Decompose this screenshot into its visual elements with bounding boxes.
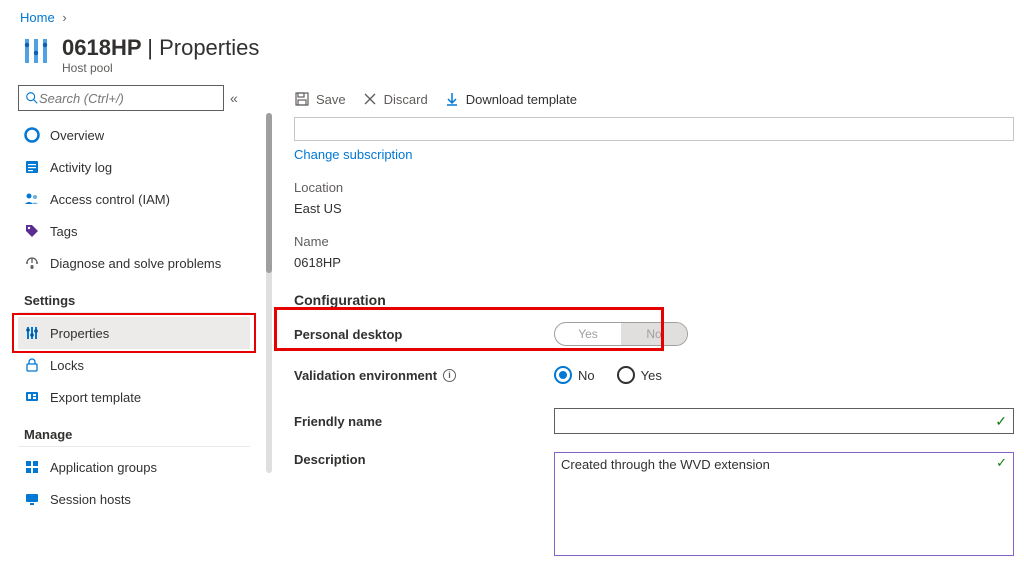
subscription-field[interactable] xyxy=(294,117,1014,141)
validation-radio-yes[interactable]: Yes xyxy=(617,366,662,384)
sidebar-item-locks[interactable]: Locks xyxy=(18,349,250,381)
sidebar-item-access-control[interactable]: Access control (IAM) xyxy=(18,183,250,215)
sidebar-search[interactable] xyxy=(18,85,224,111)
application-groups-icon xyxy=(24,459,40,475)
friendly-name-input[interactable] xyxy=(554,408,1014,434)
radio-unchecked-icon xyxy=(617,366,635,384)
description-label: Description xyxy=(294,452,554,467)
activity-log-icon xyxy=(24,159,40,175)
sidebar-section-manage: Manage xyxy=(18,413,250,447)
sidebar-item-overview[interactable]: Overview xyxy=(18,119,250,151)
page-title: 0618HP | Properties xyxy=(62,35,259,61)
personal-desktop-label: Personal desktop xyxy=(294,327,554,342)
personal-desktop-row: Personal desktop Yes No xyxy=(294,322,1024,346)
breadcrumb-home[interactable]: Home xyxy=(20,10,55,25)
sidebar-item-properties[interactable]: Properties xyxy=(18,317,250,349)
toggle-no: No xyxy=(621,323,687,345)
check-icon: ✓ xyxy=(996,455,1007,471)
location-value: East US xyxy=(294,201,1024,216)
sidebar-section-settings: Settings xyxy=(18,279,250,313)
discard-button[interactable]: Discard xyxy=(362,91,428,107)
search-icon xyxy=(25,91,39,105)
overview-icon xyxy=(24,127,40,143)
validation-environment-label: Validation environment i xyxy=(294,368,554,383)
download-template-button[interactable]: Download template xyxy=(444,91,577,107)
friendly-name-row: Friendly name xyxy=(294,408,1024,434)
tags-icon xyxy=(24,223,40,239)
save-button[interactable]: Save xyxy=(294,91,346,107)
sidebar-item-diagnose[interactable]: Diagnose and solve problems xyxy=(18,247,250,279)
collapse-sidebar-button[interactable]: « xyxy=(230,90,238,106)
personal-desktop-toggle: Yes No xyxy=(554,322,688,346)
sidebar-item-tags[interactable]: Tags xyxy=(18,215,250,247)
description-input[interactable]: Created through the WVD extension ✓ xyxy=(554,452,1014,556)
change-subscription-link[interactable]: Change subscription xyxy=(294,147,1024,162)
page-header: 0618HP | Properties Host pool xyxy=(0,29,1024,85)
location-label: Location xyxy=(294,180,1024,195)
sidebar-item-export-template[interactable]: Export template xyxy=(18,381,250,413)
chevron-right-icon: › xyxy=(62,10,66,25)
download-icon xyxy=(444,91,460,107)
toggle-yes: Yes xyxy=(555,323,621,345)
export-template-icon xyxy=(24,389,40,405)
sidebar: « Overview Activity log Access control (… xyxy=(18,85,250,556)
sidebar-item-session-hosts[interactable]: Session hosts xyxy=(18,483,250,515)
search-input[interactable] xyxy=(39,91,217,106)
diagnose-icon xyxy=(24,255,40,271)
name-label: Name xyxy=(294,234,1024,249)
toolbar: Save Discard Download template xyxy=(294,85,1024,117)
friendly-name-label: Friendly name xyxy=(294,414,554,429)
discard-icon xyxy=(362,91,378,107)
page-subtitle: Host pool xyxy=(62,61,259,75)
breadcrumb: Home › xyxy=(0,0,1024,29)
sidebar-item-activity-log[interactable]: Activity log xyxy=(18,151,250,183)
validation-environment-row: Validation environment i No Yes xyxy=(294,366,1024,384)
sidebar-item-application-groups[interactable]: Application groups xyxy=(18,451,250,483)
host-pool-icon xyxy=(20,35,52,67)
description-row: Description Created through the WVD exte… xyxy=(294,452,1024,556)
info-icon[interactable]: i xyxy=(443,369,456,382)
access-control-icon xyxy=(24,191,40,207)
save-icon xyxy=(294,91,310,107)
radio-checked-icon xyxy=(554,366,572,384)
locks-icon xyxy=(24,357,40,373)
properties-icon xyxy=(24,325,40,341)
validation-radio-no[interactable]: No xyxy=(554,366,595,384)
session-hosts-icon xyxy=(24,491,40,507)
name-value: 0618HP xyxy=(294,255,1024,270)
main-panel: Save Discard Download template Change su… xyxy=(274,85,1024,556)
sidebar-scrollbar[interactable] xyxy=(264,85,274,556)
configuration-title: Configuration xyxy=(294,292,1024,308)
